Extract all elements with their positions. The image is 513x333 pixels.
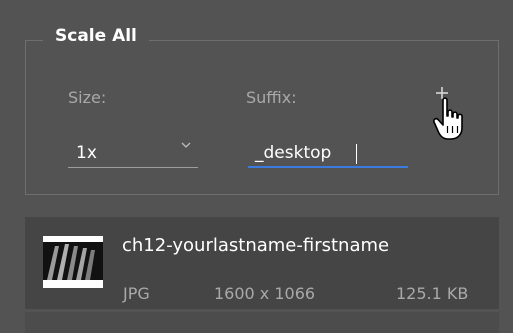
asset-file-size: 125.1 KB — [396, 284, 469, 303]
size-select[interactable]: 1x — [68, 140, 198, 168]
suffix-label: Suffix: — [246, 88, 297, 107]
text-caret — [356, 144, 357, 164]
asset-name: ch12-yourlastname-firstname — [122, 235, 390, 256]
hand-pointer-cursor-icon — [433, 97, 463, 140]
size-label: Size: — [68, 88, 107, 107]
asset-dimensions: 1600 x 1066 — [214, 284, 316, 303]
suffix-input-value: _desktop — [255, 143, 332, 163]
size-select-value: 1x — [76, 143, 97, 163]
asset-format: JPG — [123, 284, 150, 303]
scale-all-group — [25, 40, 499, 195]
next-list-item — [25, 312, 499, 333]
chevron-down-icon — [181, 142, 191, 148]
suffix-input[interactable]: _desktop — [248, 140, 408, 168]
asset-thumbnail-icon — [43, 236, 103, 288]
scale-all-legend: Scale All — [43, 23, 149, 49]
